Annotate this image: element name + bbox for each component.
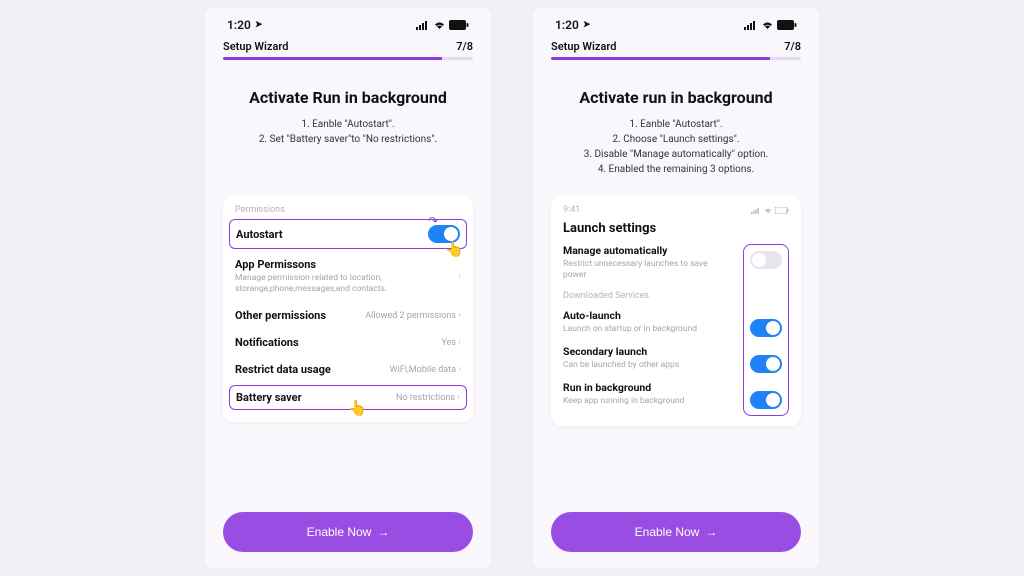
manage-auto-sub: Restrict unnecessary launches to save po… bbox=[563, 259, 713, 281]
battery-icon bbox=[449, 20, 469, 30]
auto-launch-sub: Launch on startup or in background bbox=[563, 324, 713, 335]
chevron-right-icon: › bbox=[458, 310, 461, 321]
run-bg-label: Run in background bbox=[563, 381, 733, 394]
auto-launch-row[interactable]: Auto-launch Launch on startup or in back… bbox=[563, 309, 733, 335]
cta-label: Enable Now bbox=[307, 525, 372, 539]
wifi-icon bbox=[433, 20, 446, 30]
notifications-label: Notifications bbox=[235, 336, 299, 349]
autostart-label: Autostart bbox=[236, 228, 283, 241]
signal-icon bbox=[751, 207, 761, 214]
instructions: 1. Eanble "Autostart". 2. Choose "Launch… bbox=[551, 117, 801, 177]
manage-automatically-row[interactable]: Manage automatically Restrict unnecessar… bbox=[563, 244, 733, 281]
status-icons bbox=[416, 20, 469, 30]
manage-auto-label: Manage automatically bbox=[563, 244, 733, 257]
inner-status-bar: 9:41 bbox=[563, 205, 789, 215]
wizard-label: Setup Wizard bbox=[551, 40, 616, 53]
wizard-header: Setup Wizard 7/8 bbox=[223, 38, 473, 57]
page-title: Activate run in background bbox=[551, 88, 801, 107]
instruction-2: 2. Choose "Launch settings". bbox=[551, 132, 801, 147]
arrow-right-icon: → bbox=[705, 525, 717, 539]
signal-icon bbox=[416, 20, 430, 30]
instruction-1: 1. Eanble "Autostart". bbox=[223, 117, 473, 132]
restrict-data-value: WiFi,Mobile data bbox=[390, 365, 456, 375]
app-permissions-row[interactable]: App Permissons Manage permission related… bbox=[235, 251, 461, 302]
wizard-step: 7/8 bbox=[784, 40, 801, 53]
status-time: 1:20 bbox=[555, 18, 579, 32]
phone-screen-1: 1:20 ➤ Setup Wizard 7/8 Activate Run in … bbox=[205, 8, 491, 568]
permissions-card: Permissions ↷ Autostart 👆 App Permissons… bbox=[223, 195, 473, 422]
app-permissions-label: App Permissons bbox=[235, 258, 395, 271]
restrict-data-row[interactable]: Restrict data usage WiFi,Mobile data› bbox=[235, 356, 461, 383]
wizard-label: Setup Wizard bbox=[223, 40, 288, 53]
instruction-2: 2. Set "Battery saver"to "No restriction… bbox=[223, 132, 473, 147]
run-bg-toggle[interactable] bbox=[750, 391, 782, 409]
auto-launch-toggle[interactable] bbox=[750, 319, 782, 337]
signal-icon bbox=[744, 20, 758, 30]
secondary-launch-row[interactable]: Secondary launch Can be launched by othe… bbox=[563, 345, 733, 371]
autostart-toggle[interactable] bbox=[428, 225, 460, 243]
progress-bar bbox=[551, 57, 801, 60]
manage-auto-toggle[interactable] bbox=[750, 251, 782, 269]
chevron-right-icon: › bbox=[458, 364, 461, 375]
enable-now-button[interactable]: Enable Now → bbox=[551, 512, 801, 552]
instructions: 1. Eanble "Autostart". 2. Set "Battery s… bbox=[223, 117, 473, 147]
wizard-step: 7/8 bbox=[456, 40, 473, 53]
other-permissions-value: Allowed 2 permissions bbox=[365, 311, 456, 321]
chevron-right-icon: › bbox=[457, 392, 460, 403]
restrict-data-label: Restrict data usage bbox=[235, 363, 331, 376]
secondary-launch-label: Secondary launch bbox=[563, 345, 733, 358]
phone-screen-2: 1:20 ➤ Setup Wizard 7/8 Activate run in … bbox=[533, 8, 819, 568]
location-icon: ➤ bbox=[583, 20, 591, 30]
status-bar: 1:20 ➤ bbox=[223, 8, 473, 38]
battery-saver-value: No restrictions bbox=[396, 393, 455, 403]
cta-label: Enable Now bbox=[635, 525, 700, 539]
progress-fill bbox=[551, 57, 770, 60]
arrow-right-icon: → bbox=[377, 525, 389, 539]
downloaded-services-label: Downloaded Services bbox=[563, 291, 733, 301]
status-bar: 1:20 ➤ bbox=[551, 8, 801, 38]
page-title: Activate Run in background bbox=[223, 88, 473, 107]
wifi-icon bbox=[761, 20, 774, 30]
location-icon: ➤ bbox=[255, 20, 263, 30]
notifications-value: Yes bbox=[441, 338, 456, 348]
run-in-background-row[interactable]: Run in background Keep app running in ba… bbox=[563, 381, 733, 407]
battery-icon bbox=[777, 20, 797, 30]
notifications-row[interactable]: Notifications Yes› bbox=[235, 329, 461, 356]
battery-saver-row[interactable]: Battery saver No restrictions› 👆 bbox=[229, 385, 467, 410]
chevron-right-icon: › bbox=[458, 271, 461, 282]
autostart-row[interactable]: ↷ Autostart 👆 bbox=[229, 219, 467, 249]
tap-hand-icon: 👆 bbox=[348, 399, 367, 417]
chevron-right-icon: › bbox=[458, 337, 461, 348]
status-icons bbox=[744, 20, 797, 30]
other-permissions-row[interactable]: Other permissions Allowed 2 permissions› bbox=[235, 302, 461, 329]
battery-icon bbox=[775, 207, 789, 214]
enable-now-button[interactable]: Enable Now → bbox=[223, 512, 473, 552]
app-permissions-sub: Manage permission related to location, s… bbox=[235, 273, 395, 295]
inner-status-icons bbox=[751, 205, 789, 215]
secondary-launch-sub: Can be launched by other apps bbox=[563, 360, 713, 371]
auto-launch-label: Auto-launch bbox=[563, 309, 733, 322]
status-time: 1:20 bbox=[227, 18, 251, 32]
run-bg-sub: Keep app running in background bbox=[563, 396, 713, 407]
instruction-1: 1. Eanble "Autostart". bbox=[551, 117, 801, 132]
progress-bar bbox=[223, 57, 473, 60]
instruction-3: 3. Disable "Manage automatically" option… bbox=[551, 147, 801, 162]
launch-settings-title: Launch settings bbox=[563, 221, 789, 236]
launch-settings-card: 9:41 Launch settings Manage automaticall… bbox=[551, 195, 801, 426]
wifi-icon bbox=[763, 207, 773, 214]
wizard-header: Setup Wizard 7/8 bbox=[551, 38, 801, 57]
toggle-column bbox=[743, 244, 789, 416]
secondary-launch-toggle[interactable] bbox=[750, 355, 782, 373]
inner-time: 9:41 bbox=[563, 205, 580, 215]
instruction-4: 4. Enabled the remaining 3 options. bbox=[551, 162, 801, 177]
battery-saver-label: Battery saver bbox=[236, 391, 302, 404]
progress-fill bbox=[223, 57, 442, 60]
other-permissions-label: Other permissions bbox=[235, 309, 326, 322]
